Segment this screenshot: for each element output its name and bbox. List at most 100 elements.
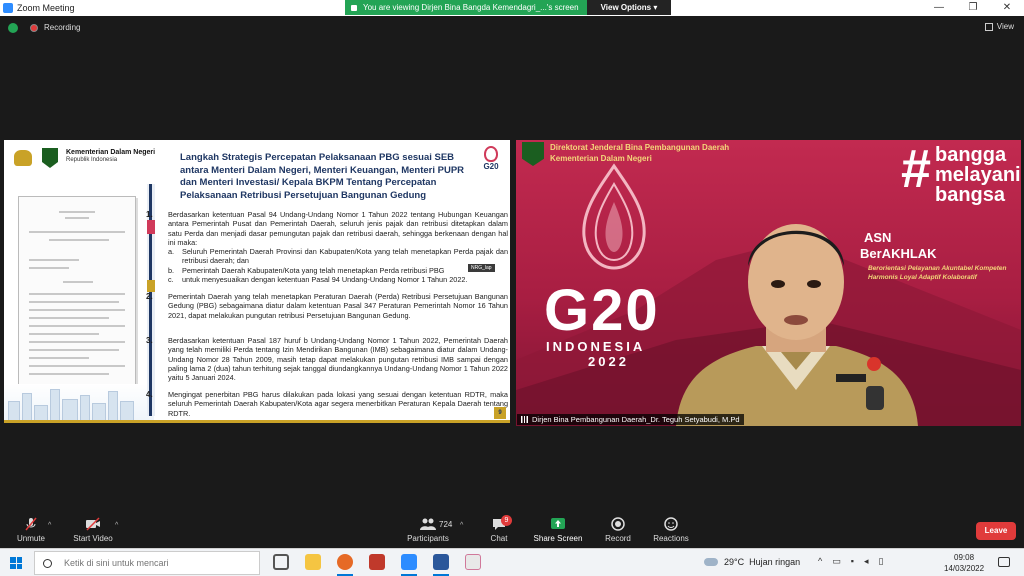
item-text: Berdasarkan ketentuan Pasal 187 huruf b …: [168, 336, 508, 383]
record-icon: [611, 517, 625, 531]
window-title: Zoom Meeting: [17, 3, 75, 13]
speaker-name: Dirjen Bina Pembangunan Daerah_Dr. Teguh…: [532, 415, 740, 424]
sub-text: Seluruh Pemerintah Daerah Provinsi dan K…: [182, 247, 508, 266]
clock-date: 14/03/2022: [944, 564, 985, 573]
grid-icon: [984, 22, 993, 31]
participants-label: Participants: [407, 534, 449, 543]
ministry-name: Kementerian Dalam Negeri: [66, 149, 156, 156]
item-number: 3.: [146, 336, 153, 345]
volume-icon[interactable]: ◂: [864, 556, 869, 567]
start-video-button[interactable]: Start Video: [70, 512, 116, 548]
app-button[interactable]: [366, 552, 388, 574]
g20-mini-label: G20: [483, 162, 499, 171]
tray-app-icon[interactable]: ▪: [851, 556, 854, 567]
screen-share-icon: [351, 4, 357, 11]
firefox-icon: [337, 554, 353, 570]
kemendagri-logo: [42, 148, 58, 168]
speaker-video[interactable]: Direktorat Jenderal Bina Pembangunan Dae…: [516, 140, 1021, 426]
zoom-icon: [401, 554, 417, 570]
windows-taskbar: 29°C Hujan ringan ^ ▭ ▪ ◂ ▯ 09:08 14/03/…: [0, 548, 1024, 576]
banner-text: You are viewing Dirjen Bina Bangda Kemen…: [363, 3, 579, 12]
page-number: 9: [494, 407, 506, 419]
country-name: Republik Indonesia: [66, 157, 118, 163]
audio-options-caret[interactable]: ^: [48, 522, 51, 529]
reactions-button[interactable]: Reactions: [652, 512, 690, 548]
slide-tag: NRG_lap: [468, 264, 495, 272]
maximize-button[interactable]: ❐: [956, 0, 990, 16]
sub-text: Pemerintah Daerah Kabupaten/Kota yang te…: [182, 265, 445, 275]
clock-time: 09:08: [954, 553, 975, 562]
item-text: Berdasarkan ketentuan Pasal 94 Undang-Un…: [168, 210, 508, 247]
speaker-person: [676, 224, 918, 426]
zoom-taskbar-button[interactable]: [398, 552, 420, 576]
meeting-topbar: Recording View: [0, 16, 1024, 40]
paint-icon: [465, 554, 481, 570]
view-button[interactable]: View: [984, 22, 1014, 31]
speaker-name-caption: Dirjen Bina Pembangunan Daerah_Dr. Teguh…: [517, 414, 744, 425]
app-icon: [369, 554, 385, 570]
network-icon[interactable]: ▭: [832, 556, 841, 567]
search-icon: [43, 558, 52, 568]
notification-icon[interactable]: [998, 557, 1010, 567]
g20-flame-motif: [582, 163, 646, 270]
weather-widget[interactable]: 29°C Hujan ringan: [704, 557, 800, 567]
sub-letter: b.: [168, 265, 175, 275]
taskbar-search[interactable]: [34, 551, 260, 575]
share-screen-icon: [551, 518, 565, 529]
unmute-label: Unmute: [16, 534, 45, 543]
item-number: 4.: [146, 390, 153, 399]
weather-condition: Hujan ringan: [749, 557, 801, 567]
leave-button[interactable]: Leave: [976, 522, 1016, 540]
item-text: Mengingat penerbitan PBG harus dilakukan…: [168, 390, 508, 418]
file-explorer-button[interactable]: [302, 552, 324, 574]
meeting-control-bar: Unmute ^ Start Video ^ Participants 724 …: [0, 512, 1024, 548]
windows-start-icon[interactable]: [10, 557, 22, 569]
share-screen-label: Share Screen: [533, 534, 583, 543]
video-options-caret[interactable]: ^: [115, 522, 118, 529]
chat-unread-badge: 9: [501, 515, 512, 526]
g20-logo-text: G20: [544, 278, 660, 343]
close-button[interactable]: ✕: [990, 0, 1024, 16]
start-video-label: Start Video: [73, 534, 113, 543]
screen-share-banner: You are viewing Dirjen Bina Bangda Kemen…: [345, 0, 672, 15]
word-taskbar-button[interactable]: [430, 552, 452, 576]
participants-icon: [420, 518, 436, 530]
unmute-button[interactable]: Unmute: [14, 512, 48, 548]
indonesia-text: INDONESIA: [546, 339, 646, 354]
battery-icon[interactable]: ▯: [878, 556, 883, 567]
participants-button[interactable]: Participants: [404, 512, 452, 548]
bangsa-word: bangsa: [935, 184, 1006, 206]
recording-icon: [30, 24, 38, 32]
recording-label: Recording: [44, 23, 81, 32]
search-input[interactable]: [64, 558, 254, 568]
item-number: 2.: [146, 292, 153, 301]
slide-bottom-bar: [4, 420, 510, 423]
task-view-button[interactable]: [270, 552, 292, 574]
taskbar-clock[interactable]: 09:08 14/03/2022: [944, 552, 984, 574]
minimize-button[interactable]: —: [922, 0, 956, 16]
view-options-button[interactable]: View Options ▾: [586, 0, 672, 15]
word-icon: [433, 554, 449, 570]
g20-mini-logo: G20: [476, 146, 506, 180]
cloud-icon: [704, 558, 718, 566]
chevron-up-icon[interactable]: ^: [818, 556, 822, 567]
view-label: View: [996, 22, 1014, 31]
chevron-down-icon: ▾: [653, 3, 658, 12]
year-text: 2022: [588, 354, 629, 369]
record-button[interactable]: Record: [602, 512, 634, 548]
system-tray: ^ ▭ ▪ ◂ ▯: [818, 556, 883, 567]
item-number: 1.: [146, 210, 153, 219]
paint-taskbar-button[interactable]: [462, 552, 484, 574]
record-label: Record: [605, 534, 631, 543]
kemendagri-logo: [522, 142, 544, 166]
sub-letter: c.: [168, 275, 174, 285]
share-screen-button[interactable]: Share Screen: [532, 512, 584, 548]
document-thumbnail: [18, 196, 136, 392]
shield-icon[interactable]: [8, 23, 18, 33]
sub-text: untuk menyesuaikan dengan ketentuan Pasa…: [182, 275, 468, 285]
organization-name: Direktorat Jenderal Bina Pembangunan Dae…: [550, 143, 730, 152]
participants-count: 724: [439, 520, 453, 529]
firefox-button[interactable]: [334, 552, 356, 576]
participants-options-caret[interactable]: ^: [460, 522, 463, 529]
task-view-icon: [273, 554, 289, 570]
